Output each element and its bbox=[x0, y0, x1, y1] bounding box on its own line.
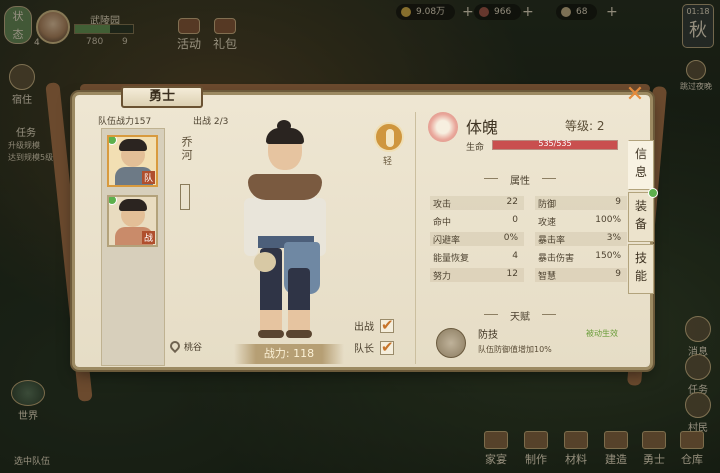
attribute-value: 0% bbox=[503, 233, 518, 243]
talent-state: 被动生效 bbox=[586, 329, 618, 338]
hero-figure bbox=[244, 118, 334, 348]
tab-label: 技能 bbox=[635, 251, 648, 283]
attribute-name: 闪避率 bbox=[433, 236, 461, 246]
character-card[interactable]: 战 bbox=[107, 195, 158, 247]
attribute-row: 暴击率 3% bbox=[535, 232, 627, 246]
new-dot bbox=[109, 197, 117, 205]
deploy-toggle-label: 出战 bbox=[354, 322, 374, 333]
attribute-row: 暴击伤害 150% bbox=[535, 250, 627, 264]
hp-bar: 535/535 bbox=[492, 139, 618, 150]
attribute-value: 4 bbox=[512, 251, 518, 261]
card-tag: 队 bbox=[141, 171, 155, 184]
team-power-label: 队伍战力 bbox=[98, 117, 135, 127]
attribute-name: 攻速 bbox=[538, 218, 557, 228]
hp-label: 生命 bbox=[466, 143, 485, 153]
card-portrait-hair bbox=[119, 139, 147, 151]
deploy-checkbox[interactable] bbox=[380, 316, 394, 334]
hp-text: 535/535 bbox=[538, 139, 572, 148]
power-value: 118 bbox=[293, 347, 315, 360]
talent-name: 防技 bbox=[478, 330, 498, 341]
deploy-value: 2/3 bbox=[213, 117, 229, 127]
panel-title: 勇士 bbox=[121, 86, 203, 108]
attribute-name: 暴击伤害 bbox=[538, 254, 575, 264]
team-header: 队伍战力157 出战 2/3 bbox=[98, 114, 228, 127]
attribute-name: 命中 bbox=[433, 218, 452, 228]
attribute-value: 22 bbox=[506, 197, 518, 207]
grade-value: 2 bbox=[596, 119, 605, 133]
deploy-toggle[interactable]: 出战 bbox=[354, 316, 394, 334]
character-card[interactable]: 队 bbox=[107, 135, 158, 187]
location-label: 桃谷 bbox=[184, 343, 203, 353]
attribute-row: 攻速 100% bbox=[535, 214, 627, 228]
attribute-row: 命中 0 bbox=[430, 214, 524, 228]
location-pin-icon bbox=[167, 338, 183, 354]
tab-label: 装备 bbox=[635, 199, 648, 231]
power-label: 战力: bbox=[263, 347, 290, 360]
new-dot bbox=[648, 188, 658, 198]
close-icon[interactable]: ✕ bbox=[624, 84, 646, 107]
banner-icon bbox=[180, 184, 190, 210]
tab-equipment[interactable]: 装备 bbox=[628, 188, 658, 242]
leader-checkbox[interactable] bbox=[380, 338, 394, 356]
attribute-value: 9 bbox=[615, 269, 621, 279]
leader-toggle-label: 队长 bbox=[354, 344, 374, 355]
attribute-value: 12 bbox=[506, 269, 518, 279]
attribute-name: 努力 bbox=[433, 272, 452, 282]
attribute-row: 防御 9 bbox=[535, 196, 627, 210]
attribute-value: 9 bbox=[615, 197, 621, 207]
team-power-value: 157 bbox=[134, 117, 152, 127]
class-badge-icon bbox=[374, 122, 404, 152]
attribute-name: 能量恢复 bbox=[433, 254, 470, 264]
deploy-count: 出战 2/3 bbox=[193, 114, 228, 127]
attribute-row: 智慧 9 bbox=[535, 268, 627, 282]
attribute-value: 3% bbox=[606, 233, 621, 243]
attribute-name: 智慧 bbox=[538, 272, 557, 282]
attributes-title: 属性 bbox=[480, 172, 560, 187]
card-tag: 战 bbox=[141, 231, 155, 244]
attribute-name: 防御 bbox=[538, 200, 557, 210]
panel-divider bbox=[415, 112, 416, 364]
attribute-row: 努力 12 bbox=[430, 268, 524, 282]
character-list: 队 战 bbox=[101, 128, 165, 366]
talent-row[interactable]: 防技 被动生效 队伍防御值增加10% bbox=[430, 322, 626, 362]
card-portrait-hair bbox=[119, 199, 147, 211]
attribute-row: 能量恢复 4 bbox=[430, 250, 524, 264]
grade-label: 等级: bbox=[565, 119, 594, 133]
class-label: 轻 bbox=[383, 157, 393, 167]
hero-power: 战力: 118 bbox=[234, 344, 344, 364]
tab-label: 信息 bbox=[635, 147, 648, 179]
talent-desc: 队伍防御值增加10% bbox=[478, 345, 552, 354]
attribute-value: 150% bbox=[595, 251, 621, 261]
deploy-label: 出战 bbox=[193, 117, 212, 127]
flower-icon bbox=[428, 112, 458, 142]
attribute-value: 100% bbox=[595, 215, 621, 225]
leader-toggle[interactable]: 队长 bbox=[354, 338, 394, 356]
talent-title: 天赋 bbox=[480, 308, 560, 323]
grade: 等级: 2 bbox=[565, 117, 605, 134]
hero-name: 乔河 bbox=[180, 136, 193, 162]
soul-name: 体魄 bbox=[466, 118, 499, 137]
attribute-row: 攻击 22 bbox=[430, 196, 524, 210]
attribute-name: 攻击 bbox=[433, 200, 452, 210]
talent-icon bbox=[436, 328, 466, 358]
tab-skills[interactable]: 技能 bbox=[628, 244, 654, 294]
tab-info[interactable]: 信息 bbox=[628, 140, 654, 190]
attribute-value: 0 bbox=[512, 215, 518, 225]
attribute-name: 暴击率 bbox=[538, 236, 566, 246]
attribute-row: 闪避率 0% bbox=[430, 232, 524, 246]
new-dot bbox=[109, 137, 117, 145]
hero-location: 桃谷 bbox=[167, 338, 203, 354]
